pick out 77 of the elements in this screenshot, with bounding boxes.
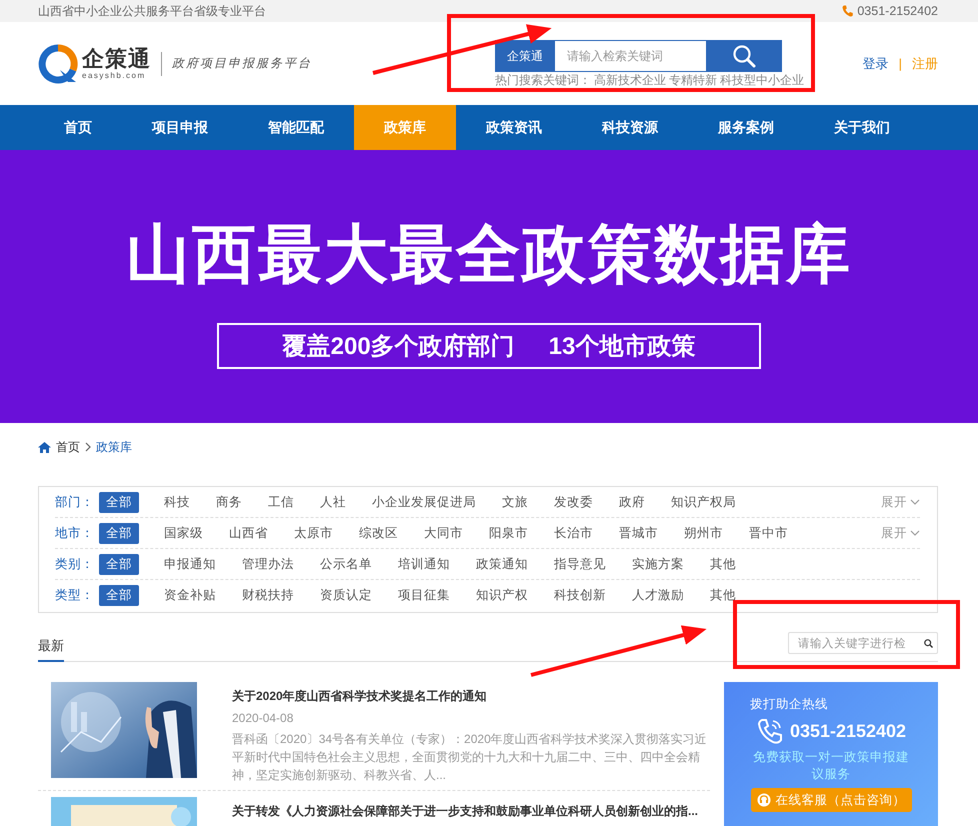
filter-option[interactable]: 人才激励 [632,584,684,606]
nav-item[interactable]: 关于我们 [804,105,920,150]
hot-keyword-link[interactable]: 高新技术企业 [594,73,666,87]
filter-option[interactable]: 管理办法 [242,554,294,574]
article-summary: 晋科函〔2020〕34号各有关单位（专家）：2020年度山西省科学技术奖深入贯彻落实习近平新时代中国特色社会主义思想，全面贯彻党的十九大和十九届二中、三中、四中全会精神，坚定实施创新驱动、科教兴省、人... [232,731,708,784]
filter-option[interactable]: 长治市 [554,522,593,544]
hotline-note: 免费获取一对一政策申报建议服务 [752,749,910,783]
filter-option[interactable]: 实施方案 [632,554,684,574]
filter-option[interactable]: 申报通知 [164,554,216,574]
filter-label: 地市： [55,524,95,542]
filter-option[interactable]: 科技 [164,492,190,512]
filter-option[interactable]: 工信 [268,492,294,512]
filter-option[interactable]: 财税扶持 [242,584,294,606]
filter-option[interactable]: 大同市 [424,522,463,544]
article-date: 2020-04-08 [232,711,294,725]
filter-option[interactable]: 全部 [99,554,139,574]
filter-option[interactable]: 晋城市 [619,522,658,544]
filter-option[interactable]: 全部 [99,522,139,544]
filter-option[interactable]: 知识产权 [476,584,528,606]
article-title[interactable]: 关于转发《人力资源社会保障部关于进一步支持和鼓励事业单位科研人员创新创业的指... [232,803,710,820]
nav-item[interactable]: 科技资源 [572,105,688,150]
banner-subtitle: 13个地市政策 [548,332,696,362]
separator: | [898,56,902,71]
filter-option[interactable]: 指导意见 [554,554,606,574]
search-field[interactable]: 请输入检索关键词 [555,40,706,72]
filter-option[interactable]: 小企业发展促进局 [372,492,476,512]
logo-domain: easyshb.com [82,71,147,80]
filter-option[interactable]: 阳泉市 [489,522,528,544]
top-phone-number: 0351-2152402 [857,4,938,18]
nav-item[interactable]: 项目申报 [122,105,238,150]
filter-option[interactable]: 综改区 [359,522,398,544]
search-scope-label[interactable]: 企策通 [495,40,555,72]
logo-name: 企策通 [82,47,151,71]
nav-item[interactable]: 智能匹配 [238,105,354,150]
filter-option[interactable]: 培训通知 [398,554,450,574]
hotline-title: 拨打助企热线 [750,696,828,713]
nav-item[interactable]: 首页 [34,105,122,150]
filter-option[interactable]: 其他 [710,554,736,574]
filter-option[interactable]: 项目征集 [398,584,450,606]
filter-option[interactable]: 全部 [99,584,139,606]
hot-keywords-label: 热门搜索关键词： [495,73,591,87]
nav-item[interactable]: 政策资讯 [456,105,572,150]
hotline-number: 0351-2152402 [790,720,906,742]
filter-option[interactable]: 发改委 [554,492,593,512]
login-link[interactable]: 登录 [862,54,889,72]
filter-option[interactable]: 科技创新 [554,584,606,606]
filter-option[interactable]: 全部 [99,492,139,512]
banner-subtitle: 覆盖200多个政府部门 [282,332,515,362]
article-title[interactable]: 关于2020年度山西省科学技术奖提名工作的通知 [232,688,710,705]
filter-option[interactable]: 商务 [216,492,242,512]
breadcrumb-link[interactable]: 首页 [56,438,80,456]
filter-option[interactable]: 政策通知 [476,554,528,574]
filter-option[interactable]: 知识产权局 [671,492,736,512]
filter-option[interactable]: 国家级 [164,522,203,544]
filter-option[interactable]: 太原市 [294,522,333,544]
hot-keyword-link[interactable]: 专精特新 [669,73,717,87]
filter-option[interactable]: 山西省 [229,522,268,544]
filter-option[interactable]: 晋中市 [749,522,788,544]
filter-option[interactable]: 朔州市 [684,522,723,544]
filter-option[interactable]: 资质认定 [320,584,372,606]
list-tab[interactable]: 最新 [38,631,64,662]
filter-label: 类别： [55,556,95,572]
filter-option[interactable]: 资金补贴 [164,584,216,606]
platform-slogan: 山西省中小企业公共服务平台省级专业平台 [38,2,266,20]
filter-label: 部门： [55,494,95,510]
filter-label: 类型： [55,586,95,604]
tagline: 政府项目申报服务平台 [172,55,312,72]
filter-option[interactable]: 公示名单 [320,554,372,574]
hot-keyword-link[interactable]: 科技型中小企业 [720,73,804,87]
filter-option[interactable]: 文旅 [502,492,528,512]
nav-item[interactable]: 服务案例 [688,105,804,150]
filter-option[interactable]: 人社 [320,492,346,512]
breadcrumb-link[interactable]: 政策库 [96,438,132,456]
filter-option[interactable]: 政府 [619,492,645,512]
banner-headline: 山西最大最全政策数据库 [126,217,852,292]
search-placeholder: 请输入关键字进行检 [797,636,907,650]
filter-option[interactable]: 其他 [710,584,736,606]
